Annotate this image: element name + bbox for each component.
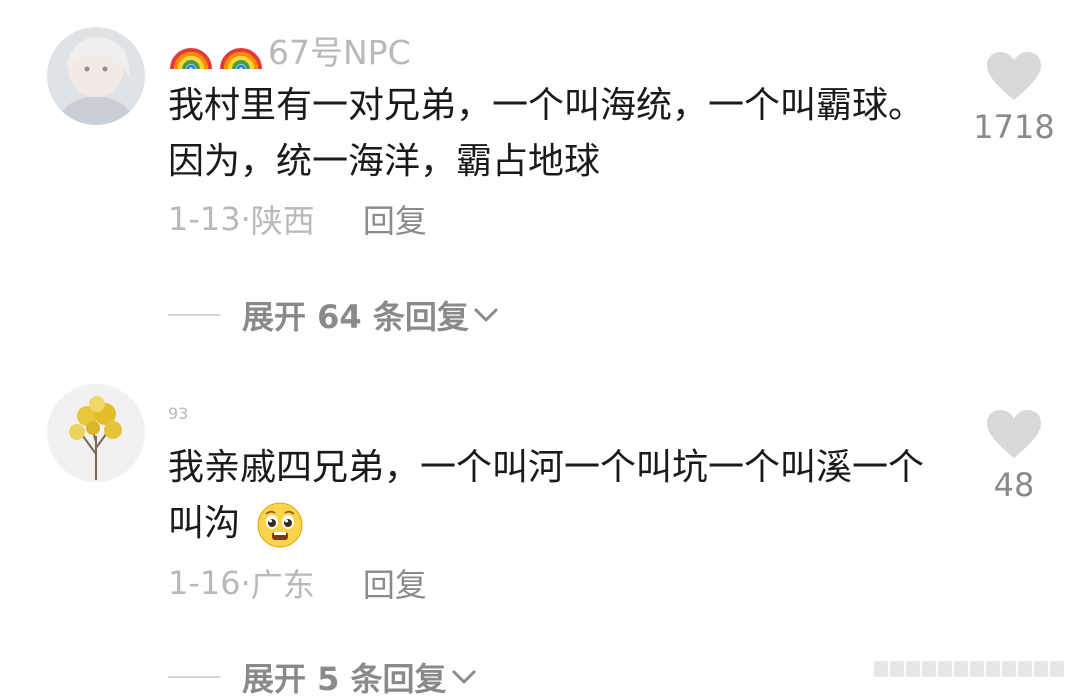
expand-replies-label: 展开 64 条回复 <box>242 298 469 336</box>
comment-text: 我亲戚四兄弟，一个叫河一个叫坑一个叫溪一个叫沟 <box>168 440 938 552</box>
expand-replies-label: 展开 5 条回复 <box>242 660 447 698</box>
username[interactable]: 93 <box>168 404 188 423</box>
expand-replies-button[interactable]: 展开 64 条回复 <box>168 292 499 338</box>
avatar[interactable] <box>47 384 145 482</box>
avatar[interactable] <box>47 27 145 125</box>
watermark <box>874 661 1064 677</box>
comment-location: 广东 <box>250 566 315 604</box>
chevron-down-icon <box>452 670 476 684</box>
like-count: 1718 <box>973 108 1055 146</box>
divider <box>168 676 220 678</box>
heart-icon <box>987 410 1041 458</box>
username-text: 67号NPC <box>268 33 411 72</box>
comment-text: 我村里有一对兄弟，一个叫海统，一个叫霸球。因为，统一海洋，霸占地球 <box>168 85 925 182</box>
like-button[interactable]: 48 <box>969 408 1059 504</box>
like-count: 48 <box>993 466 1035 504</box>
like-button[interactable]: 1718 <box>969 50 1059 146</box>
reply-button[interactable]: 回复 <box>363 560 427 606</box>
comment-location: 陕西 <box>250 202 315 240</box>
username[interactable]: 67号NPC <box>168 28 411 72</box>
reply-button[interactable]: 回复 <box>363 196 427 242</box>
rainbow-icon <box>220 48 262 70</box>
divider <box>168 314 220 316</box>
comment-date: 1-16 <box>168 564 241 602</box>
expand-replies-button[interactable]: 展开 5 条回复 <box>168 654 477 700</box>
chevron-down-icon <box>474 308 498 322</box>
rainbow-icon <box>170 48 212 70</box>
heart-icon <box>987 52 1041 100</box>
comment-meta: 1-13 · 陕西 回复 <box>168 196 427 242</box>
comment-date: 1-13 <box>168 200 241 238</box>
pleading-face-emoji <box>257 502 303 548</box>
comment-meta: 1-16 · 广东 回复 <box>168 560 427 606</box>
